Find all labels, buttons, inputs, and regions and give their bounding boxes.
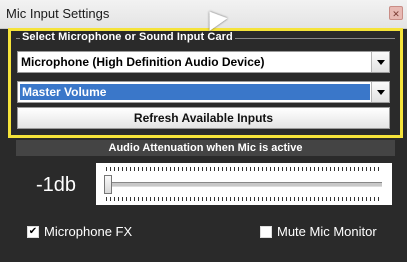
slider-ticks-top (106, 167, 382, 171)
microphone-fx-checkbox[interactable]: ✔ (27, 226, 39, 238)
window-title: Mic Input Settings (6, 6, 110, 21)
close-icon[interactable]: ✕ (389, 6, 403, 20)
channel-select[interactable]: Master Volume (17, 81, 390, 103)
attenuation-slider[interactable] (96, 163, 392, 205)
channel-select-value: Master Volume (20, 84, 370, 100)
slider-thumb[interactable] (104, 175, 112, 194)
chevron-down-icon[interactable] (371, 52, 389, 72)
mute-mic-monitor-checkbox[interactable] (260, 226, 272, 238)
mute-mic-monitor-label: Mute Mic Monitor (277, 224, 377, 239)
device-select-value: Microphone (High Definition Audio Device… (21, 55, 265, 69)
slider-track[interactable] (106, 182, 382, 187)
attenuation-header: Audio Attenuation when Mic is active (16, 140, 395, 156)
device-select[interactable]: Microphone (High Definition Audio Device… (17, 51, 390, 73)
chevron-down-icon[interactable] (371, 82, 389, 102)
attenuation-value: -1db (36, 174, 77, 196)
slider-ticks-bottom (106, 197, 382, 201)
microphone-fx-label: Microphone FX (44, 224, 133, 239)
group-legend: Select Microphone or Sound Input Card (20, 31, 235, 43)
mic-input-settings-window: Mic Input Settings ✕ Select Microphone o… (0, 0, 407, 262)
refresh-inputs-button[interactable]: Refresh Available Inputs (17, 107, 390, 129)
